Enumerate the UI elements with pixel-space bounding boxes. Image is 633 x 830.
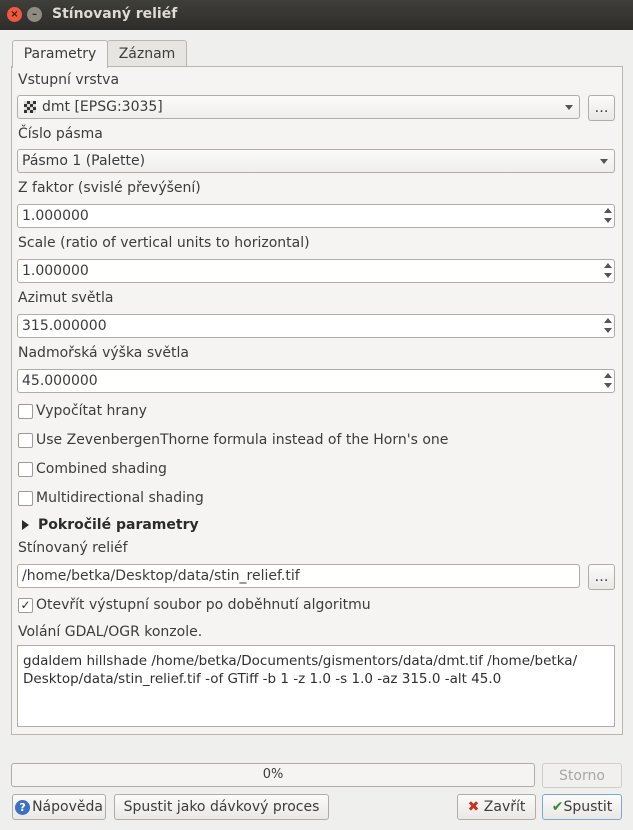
output-path-value: /home/betka/Desktop/data/stin_relief.tif [22, 568, 300, 584]
progress-bar: 0% [11, 763, 535, 787]
expand-triangle-icon[interactable] [22, 520, 29, 530]
window-title: Stínovaný reliéf [52, 6, 178, 22]
combined-shading-checkbox[interactable] [18, 462, 33, 477]
input-layer-browse-button[interactable]: … [588, 95, 615, 121]
azimuth-input[interactable]: 315.000000 [17, 314, 615, 338]
chevron-down-icon [600, 159, 608, 164]
spin-up-icon[interactable] [604, 208, 612, 213]
run-button-label: Spustit [563, 799, 613, 815]
close-button-label: Zavřít [483, 799, 526, 815]
help-button[interactable]: ? Nápověda [12, 794, 106, 820]
azimuth-label: Azimut světla [18, 290, 114, 306]
output-label: Stínovaný reliéf [18, 540, 128, 556]
zfactor-label: Z faktor (svislé převýšení) [18, 180, 201, 196]
altitude-spinner[interactable] [602, 371, 613, 391]
spin-down-icon[interactable] [604, 218, 612, 223]
console-command-textarea[interactable]: gdaldem hillshade /home/betka/Documents/… [17, 645, 615, 727]
input-layer-label: Vstupní vrstva [18, 72, 120, 88]
combined-shading-label: Combined shading [36, 461, 167, 477]
close-button[interactable]: ✖ Zavřít [457, 794, 536, 820]
input-layer-combo[interactable]: dmt [EPSG:3035] [17, 95, 580, 119]
close-icon: ✖ [467, 799, 480, 815]
tab-parameters[interactable]: Parametry [12, 40, 108, 68]
run-as-batch-button[interactable]: Spustit jako dávkový proces [114, 794, 329, 820]
progress-text: 0% [262, 767, 284, 782]
zfactor-spinner[interactable] [602, 206, 613, 226]
spin-up-icon[interactable] [604, 318, 612, 323]
open-output-label: Otevřít výstupní soubor po doběhnutí alg… [36, 597, 371, 613]
altitude-value: 45.000000 [22, 373, 98, 389]
scale-value: 1.000000 [22, 263, 89, 279]
run-button[interactable]: ✔Spustit [542, 794, 622, 820]
altitude-input[interactable]: 45.000000 [17, 369, 615, 393]
zevenbergen-label: Use ZevenbergenThorne formula instead of… [36, 432, 449, 448]
minimize-window-button[interactable]: – [27, 7, 42, 22]
zfactor-value: 1.000000 [22, 208, 89, 224]
console-label: Volání GDAL/OGR konzole. [18, 624, 203, 640]
zfactor-input[interactable]: 1.000000 [17, 204, 615, 228]
multidirectional-checkbox[interactable] [18, 491, 33, 506]
cancel-button[interactable]: Storno [542, 763, 622, 788]
scale-input[interactable]: 1.000000 [17, 259, 615, 283]
azimuth-spinner[interactable] [602, 316, 613, 336]
azimuth-value: 315.000000 [22, 318, 107, 334]
open-output-checkbox[interactable]: ✓ [18, 598, 33, 613]
spin-down-icon[interactable] [604, 273, 612, 278]
compute-edges-label: Vypočítat hrany [36, 403, 147, 419]
multidirectional-label: Multidirectional shading [36, 490, 204, 506]
output-browse-button[interactable]: … [588, 564, 615, 590]
help-button-label: Nápověda [32, 799, 103, 815]
advanced-parameters-toggle[interactable]: Pokročilé parametry [38, 517, 199, 533]
console-line: gdaldem hillshade /home/betka/Documents/… [23, 653, 578, 669]
help-icon: ? [15, 799, 31, 815]
input-layer-value: dmt [EPSG:3035] [42, 99, 163, 115]
tab-log[interactable]: Záznam [107, 40, 187, 67]
checkmark-icon: ✔ [551, 799, 564, 815]
close-window-button[interactable]: × [7, 7, 22, 22]
band-label: Číslo pásma [18, 126, 103, 142]
scale-spinner[interactable] [602, 261, 613, 281]
title-bar: × – Stínovaný reliéf [0, 0, 633, 30]
zevenbergen-checkbox[interactable] [18, 433, 33, 448]
spin-up-icon[interactable] [604, 263, 612, 268]
console-line: Desktop/data/stin_relief.tif -of GTiff -… [23, 671, 502, 687]
scale-label: Scale (ratio of vertical units to horizo… [18, 235, 310, 251]
compute-edges-checkbox[interactable] [18, 404, 33, 419]
spin-down-icon[interactable] [604, 383, 612, 388]
band-value: Pásmo 1 (Palette) [22, 153, 146, 169]
output-path-input[interactable]: /home/betka/Desktop/data/stin_relief.tif [17, 564, 580, 588]
spin-up-icon[interactable] [604, 373, 612, 378]
spin-down-icon[interactable] [604, 328, 612, 333]
chevron-down-icon [565, 105, 573, 110]
altitude-label: Nadmořská výška světla [18, 345, 189, 361]
band-combo[interactable]: Pásmo 1 (Palette) [17, 149, 615, 173]
raster-layer-icon [24, 101, 36, 113]
